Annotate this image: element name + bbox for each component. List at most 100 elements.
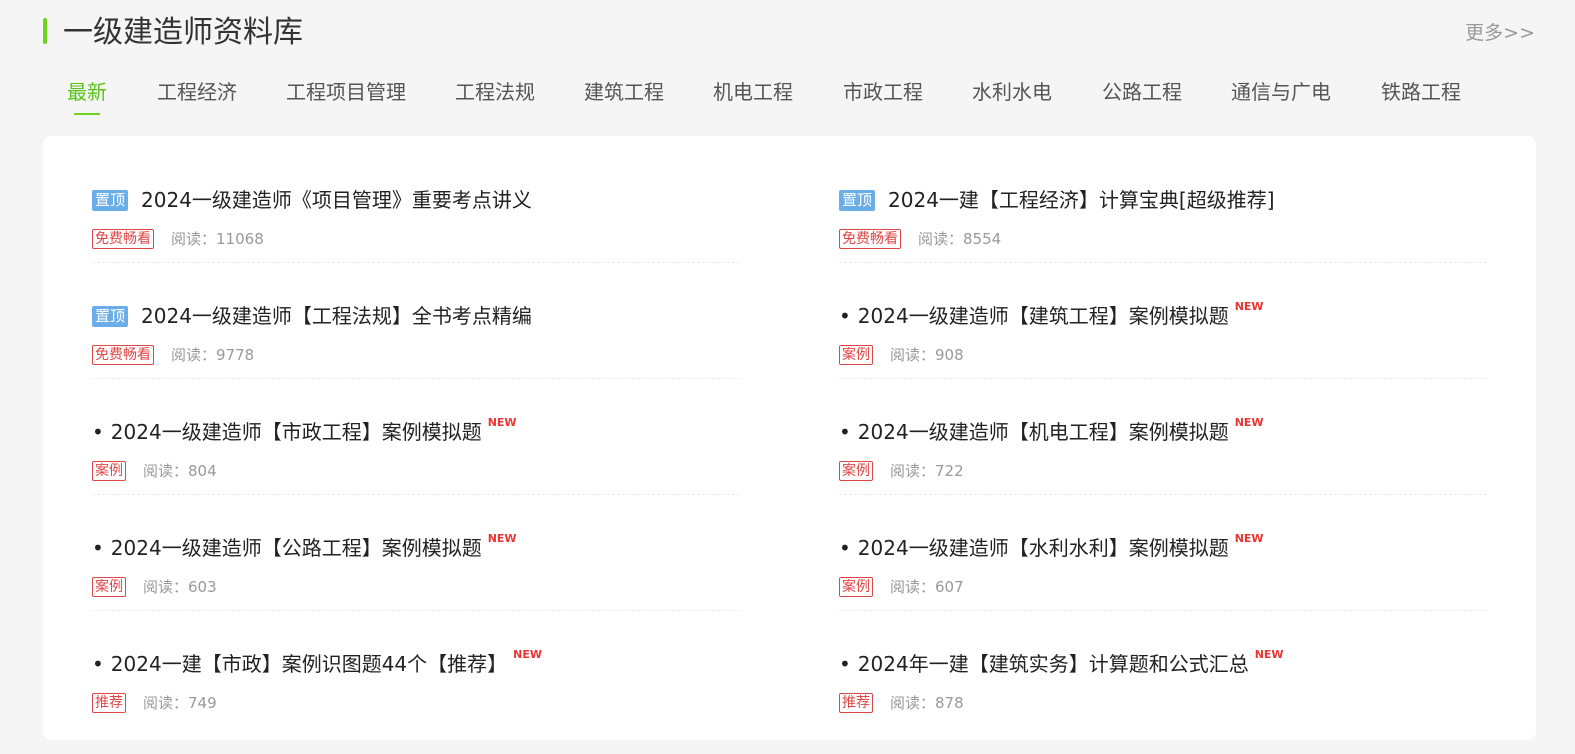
article-tag: 案例 [839, 461, 873, 481]
new-badge-icon: NEW [487, 532, 517, 545]
pinned-badge: 置顶 [839, 189, 876, 211]
resource-library-page: 一级建造师资料库 更多>> 最新 工程经济 工程项目管理 工程法规 建筑工程 机… [0, 0, 1575, 754]
list-item: 置顶 2024一级建造师《项目管理》重要考点讲义 免费畅看 阅读： 11068 [92, 148, 740, 263]
reads-label: 阅读： [918, 230, 964, 248]
reads-count: 749 [188, 694, 217, 712]
new-badge-icon: NEW [1254, 648, 1284, 661]
tab-building-engineering[interactable]: 建筑工程 [584, 76, 664, 108]
list-item: • 2024一级建造师【建筑工程】案例模拟题 NEW 案例 阅读： 908 [839, 264, 1487, 379]
article-tag: 免费畅看 [92, 345, 154, 365]
tab-railway[interactable]: 铁路工程 [1381, 76, 1461, 108]
section-title: 一级建造师资料库 [63, 15, 303, 50]
tab-latest[interactable]: 最新 [67, 76, 107, 108]
article-title-link[interactable]: • 2024一建【市政】案例识图题44个【推荐】 NEW [92, 648, 543, 678]
article-meta: 案例 阅读： 607 [839, 576, 964, 598]
tab-municipal[interactable]: 市政工程 [843, 76, 923, 108]
list-item: 置顶 2024一建【工程经济】计算宝典[超级推荐] 免费畅看 阅读： 8554 [839, 148, 1487, 263]
article-title-link[interactable]: 置顶 2024一建【工程经济】计算宝典[超级推荐] [839, 186, 1275, 214]
bullet-icon: • [839, 652, 851, 676]
tab-highway[interactable]: 公路工程 [1102, 76, 1182, 108]
article-title: 2024一建【工程经济】计算宝典[超级推荐] [888, 188, 1275, 212]
reads-count: 8554 [963, 230, 1002, 248]
article-meta: 推荐 阅读： 749 [92, 692, 217, 714]
list-item: • 2024一级建造师【水利水利】案例模拟题 NEW 案例 阅读： 607 [839, 496, 1487, 611]
tab-engineering-law[interactable]: 工程法规 [455, 76, 535, 108]
article-meta: 免费畅看 阅读： 11068 [92, 228, 264, 250]
reads-label: 阅读： [143, 578, 189, 596]
new-badge-icon: NEW [487, 416, 517, 429]
reads-count: 908 [935, 346, 964, 364]
list-item: • 2024一级建造师【市政工程】案例模拟题 NEW 案例 阅读： 804 [92, 380, 740, 495]
pinned-badge: 置顶 [92, 305, 129, 327]
article-meta: 推荐 阅读： 878 [839, 692, 964, 714]
article-title-link[interactable]: • 2024一级建造师【机电工程】案例模拟题 NEW [839, 416, 1264, 446]
list-item: • 2024一级建造师【公路工程】案例模拟题 NEW 案例 阅读： 603 [92, 496, 740, 611]
title-accent-bar [43, 18, 47, 44]
article-tag: 案例 [839, 345, 873, 365]
list-item: • 2024年一建【建筑实务】计算题和公式汇总 NEW 推荐 阅读： 878 [839, 612, 1487, 727]
bullet-icon: • [92, 536, 104, 560]
reads-count: 9778 [216, 346, 255, 364]
article-tag: 案例 [839, 577, 873, 597]
reads-count: 878 [935, 694, 964, 712]
article-title-link[interactable]: • 2024年一建【建筑实务】计算题和公式汇总 NEW [839, 648, 1284, 678]
article-title-link[interactable]: • 2024一级建造师【水利水利】案例模拟题 NEW [839, 532, 1264, 562]
reads-label: 阅读： [143, 462, 189, 480]
pinned-badge: 置顶 [92, 189, 129, 211]
reads-label: 阅读： [143, 694, 189, 712]
article-meta: 案例 阅读： 908 [839, 344, 964, 366]
article-title-link[interactable]: • 2024一级建造师【建筑工程】案例模拟题 NEW [839, 300, 1264, 330]
article-title: 2024一级建造师【市政工程】案例模拟题 [110, 420, 482, 444]
tab-telecom-broadcast[interactable]: 通信与广电 [1231, 76, 1331, 108]
article-list-card: 置顶 2024一级建造师《项目管理》重要考点讲义 免费畅看 阅读： 11068 … [43, 136, 1536, 740]
article-title: 2024一级建造师【机电工程】案例模拟题 [857, 420, 1229, 444]
tab-water-conservancy[interactable]: 水利水电 [972, 76, 1052, 108]
new-badge-icon: NEW [513, 648, 543, 661]
article-tag: 免费畅看 [839, 229, 901, 249]
reads-label: 阅读： [890, 578, 936, 596]
new-badge-icon: NEW [1234, 532, 1264, 545]
article-meta: 免费畅看 阅读： 9778 [92, 344, 254, 366]
article-title: 2024一级建造师《项目管理》重要考点讲义 [141, 188, 532, 212]
list-item: • 2024一级建造师【机电工程】案例模拟题 NEW 案例 阅读： 722 [839, 380, 1487, 495]
article-title-link[interactable]: • 2024一级建造师【公路工程】案例模拟题 NEW [92, 532, 517, 562]
reads-count: 607 [935, 578, 964, 596]
article-tag: 推荐 [839, 693, 873, 713]
list-item: 置顶 2024一级建造师【工程法规】全书考点精编 免费畅看 阅读： 9778 [92, 264, 740, 379]
article-title: 2024一级建造师【公路工程】案例模拟题 [110, 536, 482, 560]
list-item: • 2024一建【市政】案例识图题44个【推荐】 NEW 推荐 阅读： 749 [92, 612, 740, 727]
article-title: 2024年一建【建筑实务】计算题和公式汇总 [857, 652, 1249, 676]
reads-count: 722 [935, 462, 964, 480]
section-header: 一级建造师资料库 更多>> [43, 12, 1535, 56]
article-meta: 案例 阅读： 722 [839, 460, 964, 482]
bullet-icon: • [839, 420, 851, 444]
article-title-link[interactable]: 置顶 2024一级建造师【工程法规】全书考点精编 [92, 302, 532, 330]
new-badge-icon: NEW [1234, 416, 1264, 429]
article-tag: 推荐 [92, 693, 126, 713]
new-badge-icon: NEW [1234, 300, 1264, 313]
article-title: 2024一级建造师【工程法规】全书考点精编 [141, 304, 532, 328]
tab-electromechanical[interactable]: 机电工程 [713, 76, 793, 108]
bullet-icon: • [92, 652, 104, 676]
article-tag: 免费畅看 [92, 229, 154, 249]
reads-label: 阅读： [171, 346, 217, 364]
article-title-link[interactable]: • 2024一级建造师【市政工程】案例模拟题 NEW [92, 416, 517, 446]
article-tag: 案例 [92, 461, 126, 481]
article-tag: 案例 [92, 577, 126, 597]
reads-count: 603 [188, 578, 217, 596]
article-meta: 案例 阅读： 804 [92, 460, 217, 482]
bullet-icon: • [92, 420, 104, 444]
tab-project-management[interactable]: 工程项目管理 [286, 76, 406, 108]
bullet-icon: • [839, 304, 851, 328]
reads-label: 阅读： [171, 230, 217, 248]
article-meta: 免费畅看 阅读： 8554 [839, 228, 1001, 250]
article-title: 2024一建【市政】案例识图题44个【推荐】 [110, 652, 508, 676]
reads-label: 阅读： [890, 694, 936, 712]
tab-engineering-economics[interactable]: 工程经济 [157, 76, 237, 108]
reads-label: 阅读： [890, 346, 936, 364]
more-link[interactable]: 更多>> [1465, 20, 1535, 46]
reads-count: 11068 [216, 230, 264, 248]
article-title-link[interactable]: 置顶 2024一级建造师《项目管理》重要考点讲义 [92, 186, 532, 214]
article-title: 2024一级建造师【建筑工程】案例模拟题 [857, 304, 1229, 328]
article-title: 2024一级建造师【水利水利】案例模拟题 [857, 536, 1229, 560]
